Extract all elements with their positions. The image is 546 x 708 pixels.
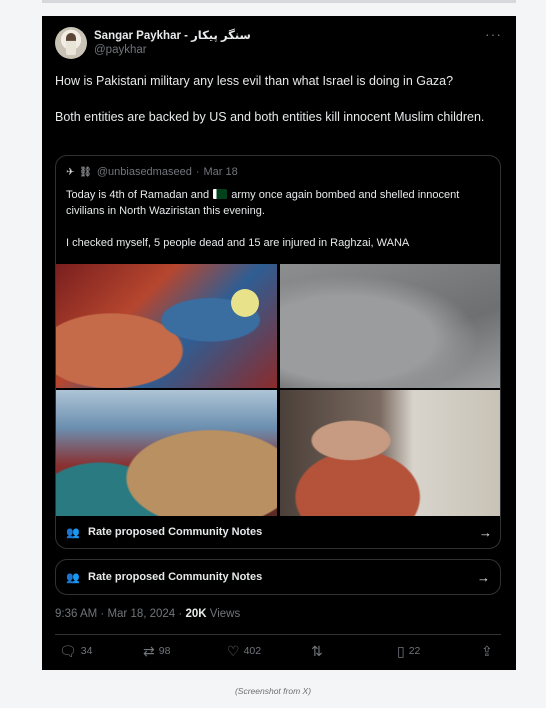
repost-button[interactable]: ⇄ 98 [143,644,170,658]
tweet-meta: 9:36 AM · Mar 18, 2024 · 20K Views [55,608,240,620]
heart-icon: ♡ [227,643,240,659]
repost-icon: ⇄ [143,643,155,659]
views-label: Views [209,608,241,620]
community-notes-button[interactable]: 👥 Rate proposed Community Notes → [55,559,501,595]
community-notes-label: Rate proposed Community Notes [88,571,263,583]
photo-1-object [231,289,259,317]
quoted-text-paragraph-2: I checked myself, 5 people dead and 15 a… [66,237,410,249]
quoted-separator: · [195,166,200,178]
tweet-time[interactable]: 9:36 AM [55,608,97,620]
share-icon: ⇪ [481,643,493,659]
tweet-text-paragraph-2: Both entities are backed by US and both … [55,110,485,124]
bookmark-button[interactable]: ▯ 22 [397,644,420,658]
bookmark-count: 22 [408,645,421,657]
community-notes-icon: 👥 [66,571,80,584]
arrow-right-icon: → [477,569,490,585]
reply-button[interactable]: 🗨 34 [59,644,92,658]
like-button[interactable]: ♡ 402 [227,644,261,658]
action-bar: 🗨 34 ⇄ 98 ♡ 402 ⇅ ▯ 22 ⇪ [55,644,501,664]
like-count: 402 [243,645,262,657]
bookmark-icon: ▯ [397,643,405,659]
screenshot-caption: (Screenshot from X) [234,686,312,696]
quoted-tweet-header: ✈ ⛓ @unbiasedmaseed · Mar 18 [66,166,238,178]
photo-3[interactable] [56,390,277,516]
reply-icon: 🗨 [59,643,77,659]
media-grid [56,264,500,516]
quoted-user-handle[interactable]: @unbiasedmaseed [97,166,192,178]
author-handle[interactable]: @paykhar [94,44,147,56]
photo-2[interactable] [280,264,500,388]
photo-4[interactable] [280,390,500,516]
views-count: 20K [185,608,207,620]
quoted-text-1a: Today is 4th of Ramadan and [66,189,210,201]
analytics-icon: ⇅ [311,643,323,659]
share-button[interactable]: ⇪ [481,644,493,658]
tweet-date[interactable]: Mar 18, 2024 [107,608,175,620]
quoted-user-emoji: ✈ ⛓ [66,166,93,178]
photo-1[interactable] [56,264,277,388]
author-name[interactable]: Sangar Paykhar - سنگر پیکار [94,28,251,42]
arrow-right-icon: → [479,524,492,540]
pakistan-flag-icon [213,189,228,199]
quoted-text-paragraph-1: Today is 4th of Ramadan and army once ag… [66,188,486,219]
analytics-button[interactable]: ⇅ [311,644,323,658]
divider [55,634,501,635]
tweet-card[interactable]: Sangar Paykhar - سنگر پیکار @paykhar ···… [42,16,516,670]
quoted-tweet[interactable]: ✈ ⛓ @unbiasedmaseed · Mar 18 Today is 4t… [55,155,501,549]
repost-count: 98 [158,645,171,657]
quoted-community-notes-label: Rate proposed Community Notes [88,526,263,538]
quoted-community-notes-button[interactable]: 👥 Rate proposed Community Notes → [66,518,492,546]
avatar[interactable] [55,27,87,59]
more-options-icon[interactable]: ··· [485,26,502,42]
reply-count: 34 [80,645,93,657]
quoted-date[interactable]: Mar 18 [203,166,237,178]
tweet-text-paragraph-1: How is Pakistani military any less evil … [55,74,454,88]
page-top-strip [42,0,516,3]
community-notes-icon: 👥 [66,526,80,539]
